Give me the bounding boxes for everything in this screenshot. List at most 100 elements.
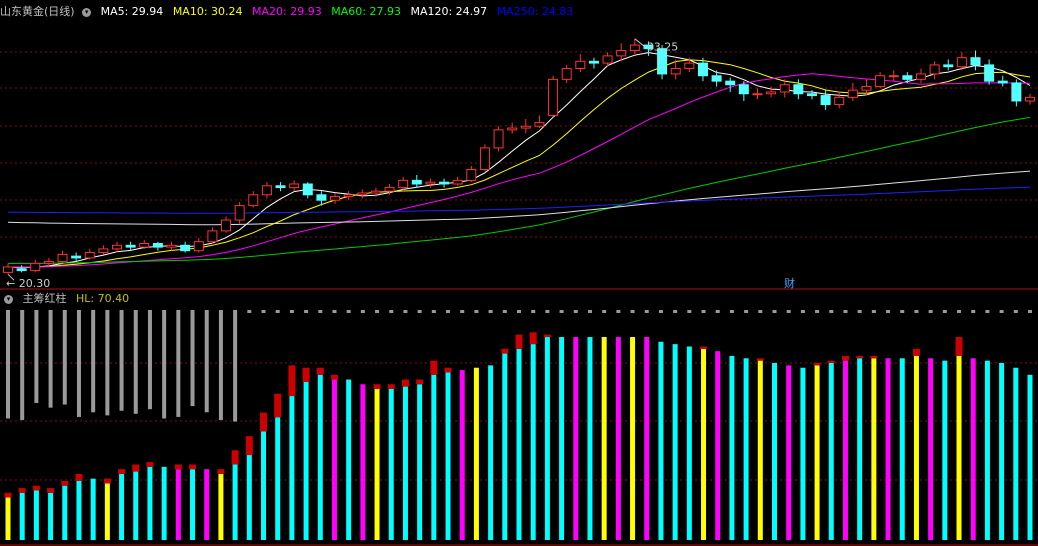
candle-body [834,96,845,106]
gray-upper-tick [332,310,337,313]
candle-body [929,64,940,75]
candle-body [43,261,54,264]
candle-body [57,253,68,263]
indicator-bar [61,481,69,540]
indicator-bar-body [871,358,877,540]
candle [1011,79,1022,107]
candle-body [248,194,259,207]
indicator-bar [231,450,239,540]
indicator-bar-body [5,497,11,540]
indicator-bar [401,379,409,540]
indicator-bar-body [19,492,25,540]
indicator-bar-body [90,478,96,540]
candle [507,122,518,134]
indicator-bar [330,374,338,540]
red-column-cap [189,464,197,470]
candle-body [84,252,95,259]
candle [888,70,899,82]
indicator-bar-body [232,464,238,540]
indicator-bar-body [218,473,224,540]
gray-upper-tick [1013,310,1018,313]
candle [193,238,204,253]
indicator-bar-body [33,490,39,540]
ma120-line [7,170,1031,226]
gray-upper-tick [389,310,394,313]
red-column-cap [32,485,40,491]
indicator-bar-body [516,348,522,540]
red-column-cap [813,363,821,366]
indicator-bar [601,337,607,540]
indicator-bar-body [999,363,1005,540]
indicator-bar-body [644,337,650,540]
candle-body [588,60,599,64]
indicator-bar [430,360,438,540]
indicator-bar-body [331,379,337,540]
gray-upper-bar [20,310,25,421]
candle-body [793,84,804,95]
red-column-cap [515,334,523,349]
candle [139,239,150,249]
red-column-cap [387,384,395,389]
candle-body [888,75,899,78]
gray-upper-tick [673,310,678,313]
indicator-bar [587,337,593,540]
candle [943,59,954,71]
indicator-bar-body [119,473,125,540]
indicator-bar-body [587,337,593,540]
gray-upper-bar [91,310,96,413]
gray-upper-tick [957,310,962,313]
gray-upper-tick [488,310,493,313]
indicator-bar [984,360,990,540]
candle [725,77,736,92]
indicator-bar-body [190,469,196,540]
indicator-bar-body [445,372,451,540]
candle [248,191,259,208]
gray-upper-bar [176,310,181,417]
settings-circle-icon[interactable]: ▾ [82,7,92,17]
candle-body [629,44,640,51]
gray-upper-tick [559,310,564,313]
indicator-bar-body [388,388,394,540]
candle-body [152,243,163,248]
indicator-bar-body [984,360,990,540]
indicator-bar-body [1013,367,1019,540]
indicator-settings-icon[interactable]: ▾ [4,294,13,304]
indicator-bar-body [289,396,295,540]
indicator-bar [174,464,182,540]
indicator-bar-body [133,471,139,540]
indicator-bar [360,384,366,540]
indicator-bar [912,348,920,540]
low-price-label: ← 20.30 [6,277,50,290]
indicator-bar [841,355,849,540]
indicator-bar-body [573,337,579,540]
candle-body [561,68,572,80]
indicator-bar-body [686,346,692,540]
indicator-bar [800,367,806,540]
indicator-bar [4,492,12,540]
candle-body [425,181,436,185]
red-column-cap [132,464,140,472]
chart-title: 山东黄金(日线) [0,5,75,18]
indicator-bar [90,478,96,540]
indicator-bar [715,351,721,540]
gray-upper-bar [62,310,67,405]
ma5-label: MA5: 29.94 [100,5,164,18]
gray-upper-tick [602,310,607,313]
candle [452,176,463,186]
red-column-cap [18,488,26,493]
gray-upper-tick [630,310,635,313]
indicator-bar-body [615,337,621,540]
indicator-bar [501,348,509,540]
candle [425,178,436,188]
indicator-bar [416,379,424,540]
candle-body [125,244,136,248]
gray-upper-bar [105,310,110,416]
red-column-cap [856,355,864,359]
indicator-bar-body [743,358,749,540]
gray-upper-tick [999,310,1004,313]
red-column-cap [529,332,537,345]
indicator-bar-body [800,367,806,540]
gray-upper-tick [942,310,947,313]
indicator-bar [856,355,864,540]
indicator-bar [488,365,494,540]
